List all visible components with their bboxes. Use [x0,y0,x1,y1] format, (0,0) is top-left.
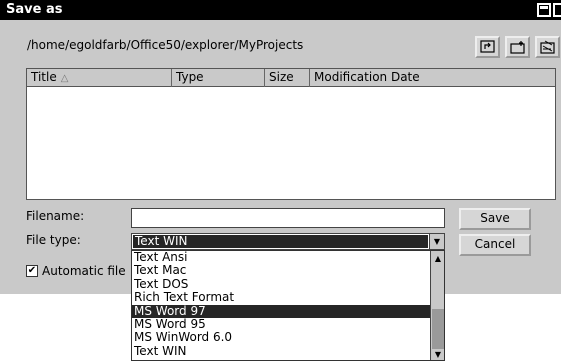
list-header: Title △ Type Size Modification Date [27,69,555,87]
dropdown-option[interactable]: MS WinWord 6.0 [132,330,430,344]
save-button[interactable]: Save [459,208,531,230]
window-title: Save as [6,2,63,17]
column-modification-date[interactable]: Modification Date [310,69,555,87]
filename-input[interactable] [131,208,445,228]
filename-label: Filename: [26,209,85,223]
title-bar[interactable]: Save as [0,0,561,20]
filetype-selected-value: Text WIN [133,235,428,248]
auto-extension-label: Automatic file [42,264,126,278]
parent-folder-button[interactable] [475,36,500,58]
minimize-icon[interactable] [537,3,551,17]
dropdown-option[interactable]: MS Word 95 [132,317,430,331]
dropdown-option[interactable]: Rich Text Format [132,290,430,304]
scroll-thumb[interactable] [432,309,444,349]
new-folder-button[interactable] [505,36,530,58]
filetype-select[interactable]: Text WIN ▼ [131,233,445,250]
dropdown-option[interactable]: Text Ansi [132,251,430,264]
view-mode-button[interactable] [535,36,560,58]
dropdown-scrollbar[interactable]: ▲ ▼ [430,251,444,360]
dropdown-arrow-icon[interactable]: ▼ [429,234,444,249]
column-type[interactable]: Type [172,69,265,87]
scroll-up-icon[interactable]: ▲ [431,253,444,265]
dropdown-option[interactable]: Text Mac [132,263,430,277]
dropdown-option[interactable]: Text DOS [132,277,430,291]
cancel-button[interactable]: Cancel [459,234,531,256]
sort-ascending-icon: △ [60,73,69,84]
filetype-dropdown-list[interactable]: Text Ansi Text Mac Text DOS Rich Text Fo… [131,250,445,361]
filetype-label: File type: [26,233,81,247]
current-path: /home/egoldfarb/Office50/explorer/MyProj… [27,38,304,52]
dropdown-option[interactable]: Text WIN [132,344,430,358]
dropdown-option-selected[interactable]: MS Word 97 [132,304,430,318]
close-icon[interactable] [553,3,561,17]
scroll-down-icon[interactable]: ▼ [431,349,444,360]
file-list[interactable]: Title △ Type Size Modification Date [26,68,556,200]
column-size[interactable]: Size [265,69,310,87]
view-icon [540,40,555,54]
folder-up-icon [480,40,495,53]
column-title[interactable]: Title △ [27,69,172,87]
new-folder-icon [510,41,525,54]
auto-extension-checkbox[interactable]: ✔ [26,265,38,277]
